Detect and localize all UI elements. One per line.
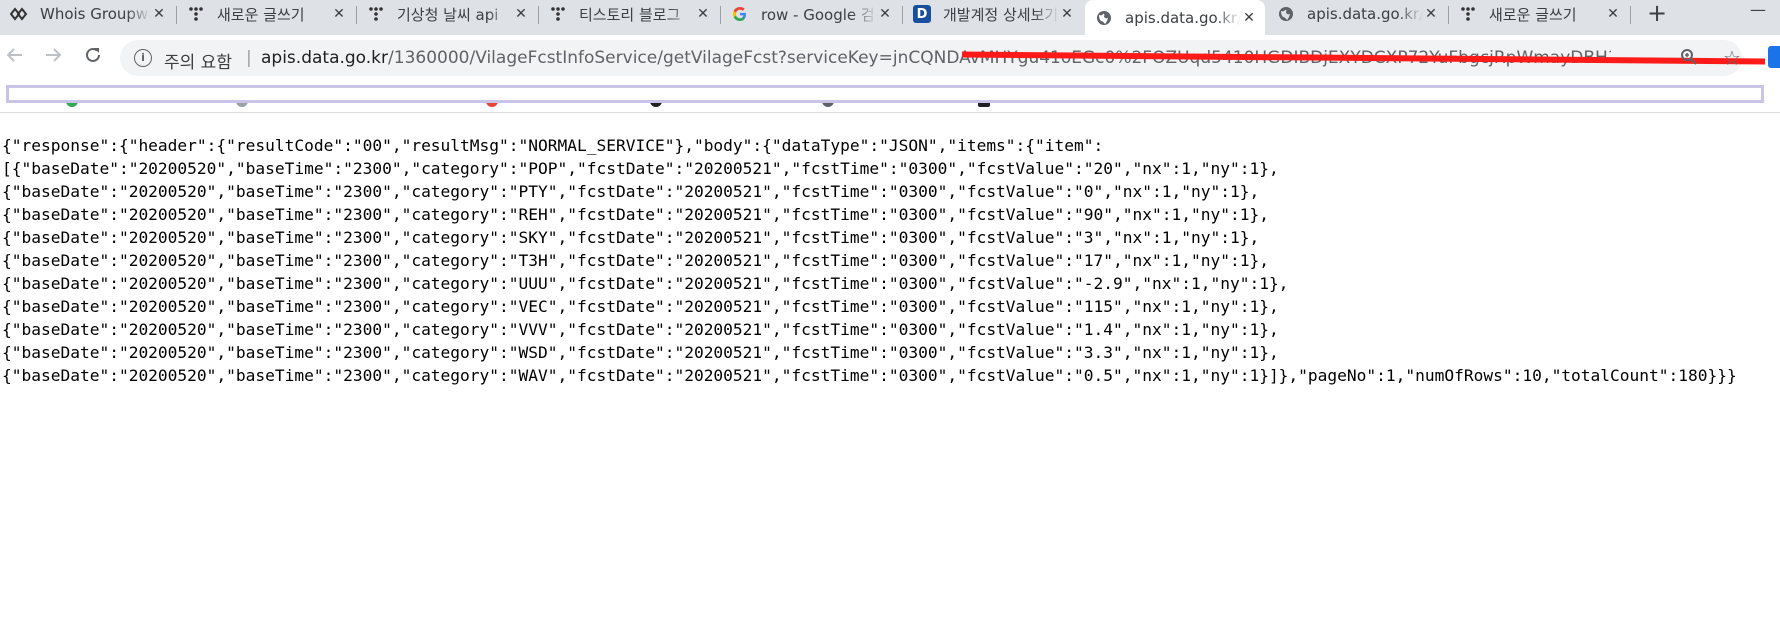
url-host: apis.data.go.kr (261, 48, 389, 68)
tab-title: 개발계정 상세보기 (943, 5, 1059, 24)
tistory-icon (367, 5, 385, 23)
extension-icon[interactable] (1768, 46, 1780, 68)
tab-weather-api[interactable]: 기상청 날씨 api ✕ (357, 0, 537, 28)
tab-separator (1630, 6, 1631, 24)
tab-api-2[interactable]: apis.data.go.kr/1360000 ✕ (1267, 0, 1447, 28)
tab-dev-account[interactable]: D 개발계정 상세보기 ✕ (903, 0, 1083, 28)
tab-title: Whois Groupware (40, 5, 151, 23)
new-tab-button[interactable]: + (1645, 1, 1669, 26)
response-line: {"baseDate":"20200520","baseTime":"2300"… (2, 343, 1279, 362)
tab-title: 기상청 날씨 api (397, 5, 499, 24)
close-icon[interactable]: ✕ (877, 6, 893, 22)
close-icon[interactable]: ✕ (1241, 10, 1257, 26)
tistory-icon (549, 5, 567, 23)
google-icon (731, 5, 749, 23)
response-line: {"baseDate":"20200520","baseTime":"2300"… (2, 205, 1269, 224)
security-warning[interactable]: 주의 요함 (164, 48, 232, 73)
globe-icon (1277, 5, 1295, 23)
response-line: {"baseDate":"20200520","baseTime":"2300"… (2, 297, 1279, 316)
toolbar-divider (0, 112, 1780, 113)
bookmark-star-icon[interactable]: ☆ (1723, 46, 1741, 70)
zoom-icon[interactable] (1680, 48, 1698, 71)
globe-icon (1095, 9, 1113, 27)
tab-title: apis.data.go.kr/1360000 (1125, 8, 1241, 27)
toolbar: i 주의 요함 | apis.data.go.kr/1360000/Vilage… (0, 35, 1780, 81)
tistory-icon (187, 5, 205, 23)
response-line: [{"baseDate":"20200520","baseTime":"2300… (2, 159, 1279, 178)
tab-title: 새로운 글쓰기 (217, 5, 305, 24)
minimize-icon[interactable]: — (1750, 0, 1766, 19)
reload-button[interactable] (80, 44, 106, 70)
response-line: {"response":{"header":{"resultCode":"00"… (2, 136, 1104, 155)
close-icon[interactable]: ✕ (1423, 6, 1439, 22)
tab-title: 티스토리 블로그 (579, 5, 681, 24)
tab-new-post-1[interactable]: 새로운 글쓰기 ✕ (177, 0, 355, 28)
response-line: {"baseDate":"20200520","baseTime":"2300"… (2, 366, 1737, 385)
response-line: {"baseDate":"20200520","baseTime":"2300"… (2, 182, 1260, 201)
tab-whois-groupware[interactable]: Whois Groupware ✕ (0, 0, 175, 28)
info-icon[interactable]: i (134, 49, 152, 67)
close-icon[interactable]: ✕ (151, 6, 167, 22)
close-icon[interactable]: ✕ (331, 6, 347, 22)
response-line: {"baseDate":"20200520","baseTime":"2300"… (2, 228, 1260, 247)
tab-title: 새로운 글쓰기 (1489, 5, 1577, 24)
groupware-icon (10, 5, 28, 23)
tab-strip: Whois Groupware ✕ 새로운 글쓰기 ✕ 기상청 날씨 api ✕… (0, 0, 1780, 35)
response-line: {"baseDate":"20200520","baseTime":"2300"… (2, 251, 1269, 270)
tab-api-active[interactable]: apis.data.go.kr/1360000 ✕ (1085, 0, 1265, 35)
datagokr-icon: D (913, 5, 931, 23)
json-response: {"response":{"header":{"resultCode":"00"… (2, 134, 1737, 387)
close-icon[interactable]: ✕ (1059, 6, 1075, 22)
url-path: /1360000/VilageFcstInfoService/getVilage… (388, 48, 893, 68)
tab-new-post-2[interactable]: 새로운 글쓰기 ✕ (1449, 0, 1629, 28)
tab-title: apis.data.go.kr/1360000 (1307, 5, 1423, 23)
back-button[interactable] (2, 44, 28, 70)
forward-button[interactable] (40, 44, 66, 70)
tab-google-search[interactable]: row - Google 검색 ✕ (721, 0, 901, 28)
response-line: {"baseDate":"20200520","baseTime":"2300"… (2, 274, 1289, 293)
tab-title: row - Google 검색 (761, 5, 877, 24)
tab-tistory-blog[interactable]: 티스토리 블로그 ✕ (539, 0, 719, 28)
address-bar[interactable]: i 주의 요함 | apis.data.go.kr/1360000/Vilage… (120, 40, 1766, 76)
close-icon[interactable]: ✕ (695, 6, 711, 22)
close-icon[interactable]: ✕ (1605, 6, 1621, 22)
bookmarks-redaction (6, 85, 1764, 103)
bookmarks-bar (0, 81, 1780, 111)
tistory-icon (1459, 5, 1477, 23)
response-line: {"baseDate":"20200520","baseTime":"2300"… (2, 320, 1279, 339)
close-icon[interactable]: ✕ (513, 6, 529, 22)
url-separator: | (246, 48, 252, 68)
